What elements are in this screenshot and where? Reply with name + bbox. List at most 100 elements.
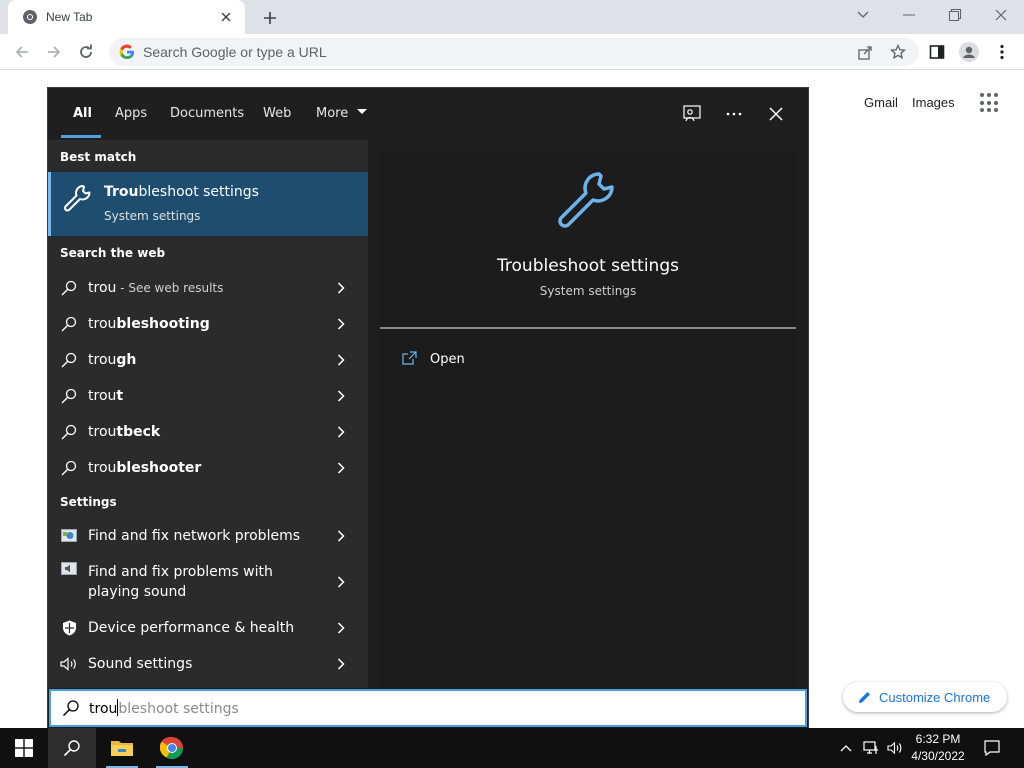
close-icon[interactable]: [217, 8, 235, 26]
setting-label: Find and fix network problems: [88, 528, 301, 544]
search-input[interactable]: troubleshoot settings: [49, 689, 807, 727]
web-result-label: troubleshooter: [88, 460, 202, 476]
file-explorer-button[interactable]: [98, 728, 146, 768]
restore-button[interactable]: [932, 0, 978, 30]
search-icon: [60, 351, 78, 369]
preview-subtitle: System settings: [539, 284, 637, 298]
search-icon: [60, 459, 78, 477]
chevron-right-icon[interactable]: [334, 425, 348, 439]
search-icon: [60, 387, 78, 405]
wrench-icon: [558, 172, 614, 228]
profile-button[interactable]: [957, 40, 981, 64]
search-button[interactable]: [48, 728, 96, 768]
setting-label: Sound settings: [88, 656, 193, 672]
tab-search-button[interactable]: [840, 0, 886, 30]
web-result-label: trough: [88, 352, 137, 368]
forward-button[interactable]: [42, 40, 66, 64]
back-button[interactable]: [10, 40, 34, 64]
chevron-right-icon[interactable]: [334, 389, 348, 403]
windows-search-panel: All Apps Documents Web More Best match T…: [47, 87, 809, 729]
new-tab-button[interactable]: [259, 7, 281, 29]
arrow-left-icon: [15, 46, 28, 58]
taskbar: 6:32 PM 4/30/2022: [0, 728, 1024, 768]
tab-web[interactable]: Web: [263, 106, 291, 121]
omnibox-placeholder: Search Google or type a URL: [143, 44, 327, 60]
images-link[interactable]: Images: [912, 95, 955, 110]
tab-more-label: More: [316, 106, 349, 121]
minimize-button[interactable]: [886, 0, 932, 30]
settings-heading: Settings: [60, 495, 117, 509]
restore-icon: [949, 9, 961, 21]
web-result-trout[interactable]: trout: [48, 378, 368, 414]
setting-device-performance[interactable]: Device performance & health: [48, 610, 368, 646]
close-icon[interactable]: [764, 102, 788, 126]
web-result-label: troutbeck: [88, 424, 161, 440]
setting-sound-problems[interactable]: Find and fix problems with playing sound: [48, 554, 368, 610]
chrome-icon: [22, 9, 38, 25]
search-icon: [60, 315, 78, 333]
sound-troubleshoot-icon: [60, 560, 78, 578]
web-result-troutbeck[interactable]: troutbeck: [48, 414, 368, 450]
chevron-right-icon[interactable]: [334, 621, 348, 635]
more-vertical-icon: [1000, 44, 1004, 60]
web-result-label: trou - See web results: [88, 280, 224, 296]
reload-button[interactable]: [74, 40, 98, 64]
search-icon: [60, 423, 78, 441]
tab-new-tab[interactable]: New Tab: [8, 0, 245, 34]
web-result-trou[interactable]: trou - See web results: [48, 270, 368, 306]
share-icon[interactable]: [854, 41, 876, 63]
chrome-button[interactable]: [148, 728, 196, 768]
chevron-right-icon[interactable]: [334, 575, 348, 589]
chevron-right-icon[interactable]: [334, 529, 348, 543]
search-query: troubleshoot settings: [89, 699, 239, 717]
setting-label: Find and fix problems with playing sound: [88, 564, 273, 600]
chevron-right-icon[interactable]: [334, 657, 348, 671]
start-button[interactable]: [0, 728, 48, 768]
caret-down-icon: [357, 109, 368, 114]
tab-strip: New Tab: [0, 0, 1024, 34]
tab-all[interactable]: All: [73, 106, 92, 121]
notification-icon[interactable]: [984, 740, 1000, 756]
tab-documents[interactable]: Documents: [170, 106, 244, 121]
side-panel-button[interactable]: [925, 40, 949, 64]
chevron-right-icon[interactable]: [334, 317, 348, 331]
best-match-title: Troubleshoot settings: [104, 184, 259, 200]
setting-sound-settings[interactable]: Sound settings: [48, 646, 368, 682]
close-window-button[interactable]: [978, 0, 1024, 30]
volume-icon[interactable]: [887, 740, 903, 756]
web-result-label: trout: [88, 388, 124, 404]
network-icon[interactable]: [863, 740, 879, 756]
preview-divider: [380, 327, 796, 329]
close-icon: [995, 9, 1007, 21]
preview-title: Troubleshoot settings: [497, 256, 679, 276]
tab-apps[interactable]: Apps: [115, 106, 147, 121]
open-external-icon: [402, 351, 418, 367]
tab-title: New Tab: [46, 10, 93, 24]
search-icon: [62, 699, 80, 717]
preview-pane: Troubleshoot settings System settings Op…: [380, 152, 796, 688]
menu-button[interactable]: [990, 40, 1014, 64]
chevron-right-icon[interactable]: [334, 281, 348, 295]
best-match-item[interactable]: Troubleshoot settings System settings: [48, 172, 368, 236]
customize-chrome-button[interactable]: Customize Chrome: [843, 682, 1007, 712]
best-match-subtitle: System settings: [104, 209, 201, 223]
gmail-link[interactable]: Gmail: [864, 95, 898, 110]
web-result-troubleshooter[interactable]: troubleshooter: [48, 450, 368, 486]
web-result-troubleshooting[interactable]: troubleshooting: [48, 306, 368, 342]
tab-more[interactable]: More: [316, 106, 368, 121]
setting-network-problems[interactable]: Find and fix network problems: [48, 518, 368, 554]
clock[interactable]: 6:32 PM 4/30/2022: [906, 731, 970, 765]
search-web-heading: Search the web: [60, 246, 166, 260]
feedback-icon[interactable]: [680, 102, 704, 126]
open-label: Open: [430, 351, 465, 367]
more-horizontal-icon[interactable]: [722, 102, 746, 126]
star-icon[interactable]: [887, 41, 909, 63]
apps-grid-icon[interactable]: [980, 93, 1000, 113]
omnibox[interactable]: Search Google or type a URL: [109, 38, 919, 66]
chevron-up-icon[interactable]: [838, 740, 854, 756]
arrow-right-icon: [48, 46, 61, 58]
chevron-right-icon[interactable]: [334, 461, 348, 475]
open-button[interactable]: Open: [402, 348, 465, 370]
web-result-trough[interactable]: trough: [48, 342, 368, 378]
chevron-right-icon[interactable]: [334, 353, 348, 367]
